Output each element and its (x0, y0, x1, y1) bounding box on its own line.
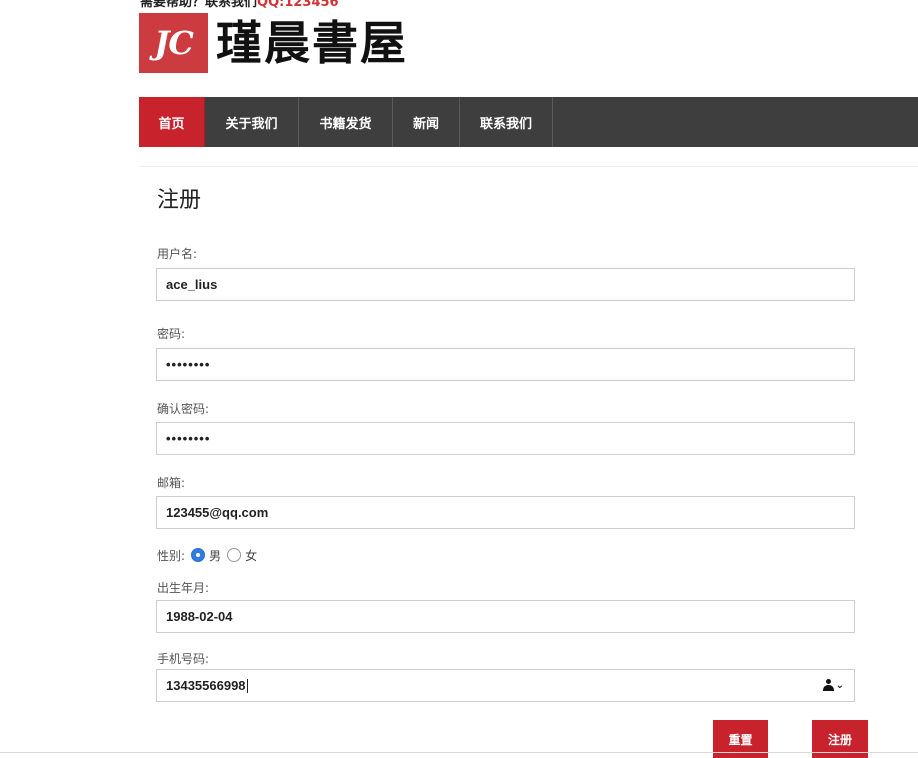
confirm-password-label: 确认密码: (157, 402, 210, 416)
main-nav: 首页 关于我们 书籍发货 新闻 联系我们 (139, 97, 918, 147)
logo-text: 瑾晨書屋 (216, 16, 408, 70)
email-input[interactable] (156, 496, 855, 529)
phone-value: 13435566998 (166, 678, 246, 693)
person-icon (822, 679, 834, 691)
username-input[interactable] (156, 268, 855, 301)
help-banner: 需要帮助？联系我们QQ:123456 (140, 0, 339, 10)
content-divider (139, 166, 918, 167)
logo-mark: JC (139, 13, 208, 73)
nav-book-shipping[interactable]: 书籍发货 (299, 97, 393, 147)
qq-contact[interactable]: QQ:123456 (257, 0, 339, 10)
contact-card-icon[interactable]: ⌄ (822, 679, 844, 691)
gender-male-label[interactable]: 男 (209, 547, 221, 564)
nav-home[interactable]: 首页 (139, 97, 205, 147)
birthday-input[interactable] (156, 600, 855, 633)
gender-label: 性别: (157, 548, 186, 563)
password-label: 密码: (157, 327, 186, 341)
site-logo[interactable]: JC 瑾晨書屋 (139, 13, 408, 73)
birthday-label: 出生年月: (157, 581, 210, 595)
phone-input[interactable]: 13435566998 ⌄ (156, 669, 855, 702)
email-label: 邮箱: (157, 476, 186, 490)
phone-label: 手机号码: (157, 652, 210, 666)
chevron-down-icon: ⌄ (835, 679, 844, 691)
bottom-divider (0, 752, 918, 753)
gender-male-radio[interactable] (191, 548, 206, 562)
page-title: 注册 (157, 188, 202, 213)
gender-female-label[interactable]: 女 (245, 547, 257, 564)
nav-about[interactable]: 关于我们 (205, 97, 299, 147)
text-cursor (246, 678, 248, 693)
nav-news[interactable]: 新闻 (393, 97, 460, 147)
confirm-password-input[interactable] (156, 422, 855, 455)
gender-field: 性别: 男 女 (157, 545, 257, 565)
gender-female-radio[interactable] (227, 548, 242, 562)
help-text: 需要帮助？联系我们 (140, 0, 258, 10)
nav-contact[interactable]: 联系我们 (460, 97, 553, 147)
username-label: 用户名: (157, 247, 198, 261)
password-input[interactable] (156, 348, 855, 381)
